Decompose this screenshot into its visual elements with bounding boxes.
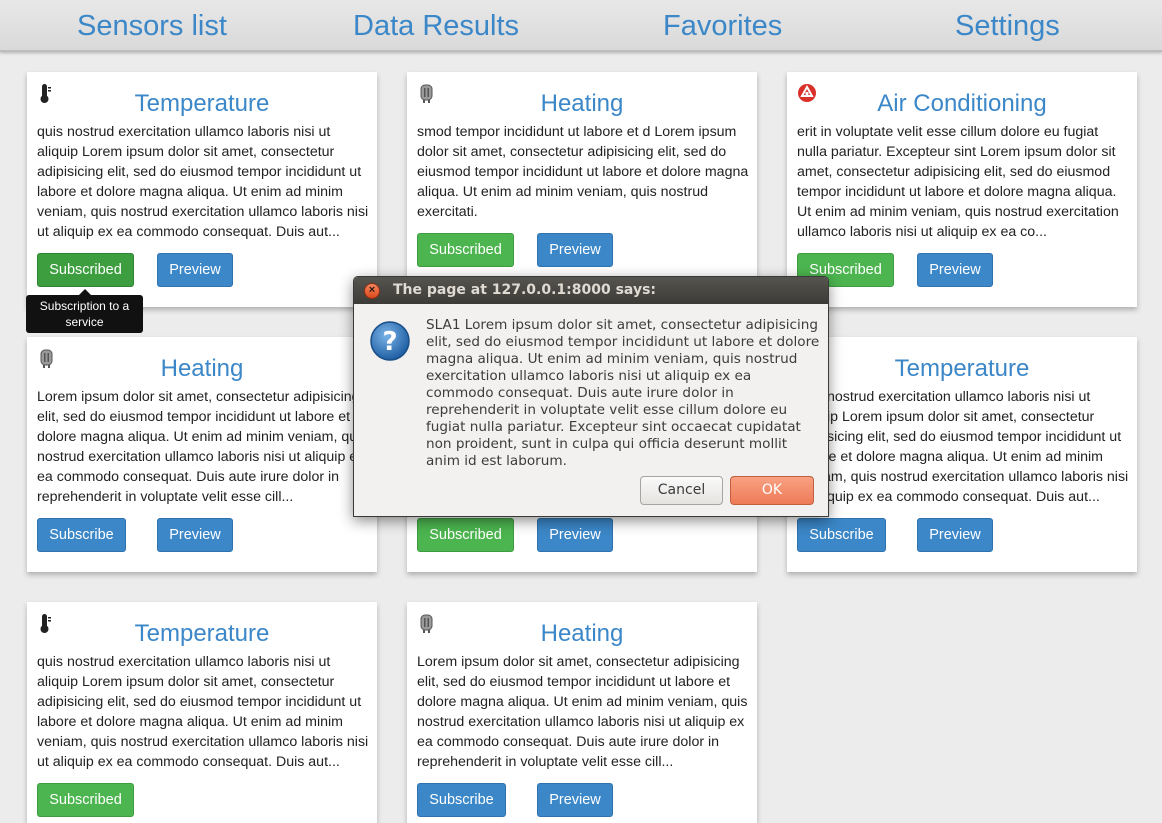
card-description: quis nostrud exercitation ullamco labori… <box>37 654 369 770</box>
sensor-card: Temperature quis nostrud exercitation ul… <box>27 72 377 307</box>
nav-settings[interactable]: Settings <box>955 10 1060 43</box>
alert-dialog: × The page at 127.0.0.1:8000 says: ? SLA… <box>353 276 829 517</box>
nav-favorites[interactable]: Favorites <box>663 10 782 43</box>
dialog-title: The page at 127.0.0.1:8000 says: <box>393 282 657 298</box>
preview-button[interactable]: Preview <box>917 253 993 287</box>
sensor-card: Heating Lorem ipsum dolor sit amet, cons… <box>27 337 377 572</box>
card-title: Heating <box>160 355 244 382</box>
dialog-titlebar: × The page at 127.0.0.1:8000 says: <box>354 277 828 304</box>
preview-button[interactable]: Preview <box>537 783 613 817</box>
preview-button[interactable]: Preview <box>537 233 613 267</box>
sensor-card: Air Conditioning erit in voluptate velit… <box>787 72 1137 307</box>
card-description: Lorem ipsum dolor sit amet, consectetur … <box>37 389 368 505</box>
sensor-card: Heating smod tempor incididunt ut labore… <box>407 72 757 307</box>
subscribed-button[interactable]: Subscribed <box>37 253 134 287</box>
nav-data-results[interactable]: Data Results <box>353 10 519 43</box>
sensor-card: Heating Lorem ipsum dolor sit amet, cons… <box>407 602 757 823</box>
ok-button[interactable]: OK <box>730 476 814 505</box>
question-icon: ? <box>369 320 411 362</box>
subscribed-button[interactable]: Subscribed <box>417 518 514 552</box>
subscribe-button[interactable]: Subscribe <box>37 518 126 552</box>
close-icon[interactable]: × <box>364 283 380 299</box>
card-title: Heating <box>540 620 624 647</box>
card-description: quis nostrud exercitation ullamco labori… <box>37 124 369 240</box>
card-description: Lorem ipsum dolor sit amet, consectetur … <box>417 654 748 770</box>
preview-button[interactable]: Preview <box>157 518 233 552</box>
card-description: erit in voluptate velit esse cillum dolo… <box>797 124 1119 240</box>
subscribe-button[interactable]: Subscribe <box>417 783 506 817</box>
preview-button[interactable]: Preview <box>537 518 613 552</box>
subscribed-button[interactable]: Subscribed <box>417 233 514 267</box>
card-title: Temperature <box>894 355 1030 382</box>
card-description: smod tempor incididunt ut labore et d Lo… <box>417 124 749 220</box>
preview-button[interactable]: Preview <box>917 518 993 552</box>
preview-button[interactable]: Preview <box>157 253 233 287</box>
subscribe-button[interactable]: Subscribe <box>797 518 886 552</box>
top-navbar: Sensors list Data Results Favorites Sett… <box>0 0 1162 52</box>
cancel-button[interactable]: Cancel <box>640 476 723 505</box>
card-title: Heating <box>540 90 624 117</box>
nav-sensors-list[interactable]: Sensors list <box>77 10 227 43</box>
sensor-card: Temperature quis nostrud exercitation ul… <box>27 602 377 823</box>
card-title: Air Conditioning <box>877 90 1047 117</box>
subscribed-button[interactable]: Subscribed <box>37 783 134 817</box>
sensor-card: Temperature quis nostrud exercitation ul… <box>787 337 1137 572</box>
dialog-message: SLA1 Lorem ipsum dolor sit amet, consect… <box>426 317 820 469</box>
subscription-tooltip: Subscription to a service <box>26 289 143 333</box>
card-title: Temperature <box>134 90 270 117</box>
card-description: quis nostrud exercitation ullamco labori… <box>797 389 1129 505</box>
card-title: Temperature <box>134 620 270 647</box>
svg-text:?: ? <box>382 327 397 357</box>
